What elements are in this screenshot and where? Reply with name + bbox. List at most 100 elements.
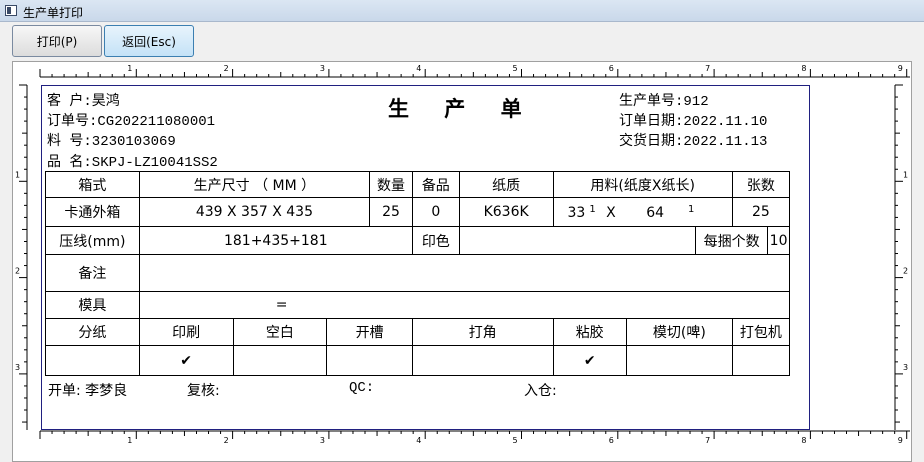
header-spare: 备品 xyxy=(411,171,460,198)
header-paper: 纸质 xyxy=(458,171,554,198)
check-blank xyxy=(232,345,328,376)
window-title: 生产单打印 xyxy=(23,6,84,20)
order-date-field: 订单日期:2022.11.10 xyxy=(619,114,768,130)
ruler-bottom: 1 2 3 4 5 6 7 8 9 xyxy=(14,430,910,446)
ruler-number: 1 xyxy=(903,170,908,179)
document-title: 生 产 单 xyxy=(388,97,536,121)
check-glue-icon: ✔ xyxy=(552,345,627,376)
ruler-number: 2 xyxy=(903,267,908,276)
process-bale: 打包机 xyxy=(731,318,791,346)
issuer-field: 开单: 李梦良 xyxy=(48,383,128,399)
usage-width-sup: 1 xyxy=(589,203,596,215)
check-die-cut xyxy=(625,345,733,376)
ruler-number: 8 xyxy=(801,64,806,73)
ruler-number: 3 xyxy=(320,64,325,73)
check-corner xyxy=(411,345,554,376)
crease-label: 压线(mm) xyxy=(45,226,140,255)
process-print: 印刷 xyxy=(138,318,234,346)
ruler-number: 5 xyxy=(513,64,518,73)
per-bundle-cell: 每捆个数 10 xyxy=(695,226,790,255)
usage-width: 33 xyxy=(567,204,586,221)
mold-label: 模具 xyxy=(45,291,140,319)
ruler-number: 1 xyxy=(15,170,20,179)
cell-quantity: 25 xyxy=(369,197,413,227)
ruler-number: 4 xyxy=(416,64,421,73)
cell-sheets: 25 xyxy=(731,197,791,227)
customer-field: 客 户:昊鸿 xyxy=(47,94,120,110)
delivery-date-field: 交货日期:2022.11.13 xyxy=(619,134,768,150)
ruler-number: 3 xyxy=(903,363,908,372)
ruler-number: 9 xyxy=(898,436,903,445)
table-row: 模具 = xyxy=(45,291,791,319)
app-window-icon xyxy=(5,5,17,16)
table-header-row: 箱式 生产尺寸 （ MM ） 数量 备品 纸质 用料(纸度X纸长) 张数 xyxy=(45,171,791,198)
check-split xyxy=(45,345,140,376)
order-number-field: 订单号:CG202211080001 xyxy=(47,114,216,130)
cell-paper: K636K xyxy=(458,197,554,227)
cell-color xyxy=(458,226,697,255)
ruler-left: 1 2 3 xyxy=(15,84,28,430)
ruler-number: 7 xyxy=(705,64,710,73)
ruler-number: 3 xyxy=(15,363,20,372)
production-number-field: 生产单号:912 xyxy=(619,94,709,110)
cell-usage: 33 1 X 64 1 xyxy=(552,197,733,227)
cell-spare: 0 xyxy=(411,197,460,227)
cell-crease: 181+435+181 xyxy=(138,226,413,255)
process-header-row: 分纸 印刷 空白 开槽 打角 粘胶 模切(啤) 打包机 xyxy=(45,318,791,346)
ruler-top: 1 2 3 4 5 6 7 8 9 xyxy=(14,63,910,79)
ruler-number: 7 xyxy=(705,436,710,445)
per-bundle-value: 10 xyxy=(769,232,788,249)
process-die-cut: 模切(啤) xyxy=(625,318,733,346)
toolbar: 打印(P) 返回(Esc) xyxy=(0,22,924,60)
table-row: 备注 xyxy=(45,254,791,292)
check-bale xyxy=(731,345,791,376)
ruler-number: 6 xyxy=(609,64,614,73)
ruler-number: 2 xyxy=(15,267,20,276)
process-blank: 空白 xyxy=(232,318,328,346)
table-row: 压线(mm) 181+435+181 印色 每捆个数 10 xyxy=(45,226,790,255)
header-sheets: 张数 xyxy=(731,171,791,198)
process-check-row: ✔ ✔ xyxy=(45,345,791,376)
process-slot: 开槽 xyxy=(326,318,413,346)
remark-label: 备注 xyxy=(45,254,140,292)
ruler-number: 3 xyxy=(320,436,325,445)
cell-mold: = xyxy=(138,291,791,319)
usage-length-sup: 1 xyxy=(688,203,695,215)
process-split: 分纸 xyxy=(45,318,140,346)
production-table: 箱式 生产尺寸 （ MM ） 数量 备品 纸质 用料(纸度X纸长) 张数 卡通外… xyxy=(45,171,791,376)
header-box-type: 箱式 xyxy=(45,171,140,198)
material-number-field: 料 号:3230103069 xyxy=(47,134,176,150)
header-usage: 用料(纸度X纸长) xyxy=(552,171,733,198)
ruler-number: 6 xyxy=(609,436,614,445)
header-size: 生产尺寸 （ MM ） xyxy=(138,171,371,198)
ruler-number: 2 xyxy=(224,436,229,445)
per-bundle-label: 每捆个数 xyxy=(697,227,769,254)
ruler-right: 1 2 3 xyxy=(894,84,908,430)
product-name-field: 品 名:SKPJ-LZ10041SS2 xyxy=(47,155,218,171)
check-print-icon: ✔ xyxy=(138,345,234,376)
qc-field: QC: xyxy=(349,380,375,396)
process-glue: 粘胶 xyxy=(552,318,627,346)
ruler-number: 4 xyxy=(416,436,421,445)
table-row: 卡通外箱 439 X 357 X 435 25 0 K636K 33 1 X 64… xyxy=(45,197,791,227)
cell-box-type: 卡通外箱 xyxy=(45,197,140,227)
ruler-number: 8 xyxy=(801,436,806,445)
review-field: 复核: xyxy=(187,383,220,399)
ruler-number: 9 xyxy=(898,64,903,73)
color-label: 印色 xyxy=(411,226,460,255)
ruler-number: 5 xyxy=(513,436,518,445)
check-slot xyxy=(326,345,413,376)
print-button[interactable]: 打印(P) xyxy=(12,25,102,57)
cell-remark xyxy=(138,254,791,292)
ruler-number: 2 xyxy=(224,64,229,73)
header-quantity: 数量 xyxy=(369,171,413,198)
ruler-number: 1 xyxy=(127,64,132,73)
ruler-number: 1 xyxy=(127,436,132,445)
usage-x: X xyxy=(606,204,616,221)
cell-size: 439 X 357 X 435 xyxy=(138,197,371,227)
window-titlebar: 生产单打印 xyxy=(0,0,924,22)
back-button[interactable]: 返回(Esc) xyxy=(104,25,194,57)
usage-length: 64 xyxy=(646,204,665,221)
process-corner: 打角 xyxy=(411,318,554,346)
stock-field: 入仓: xyxy=(524,383,557,399)
